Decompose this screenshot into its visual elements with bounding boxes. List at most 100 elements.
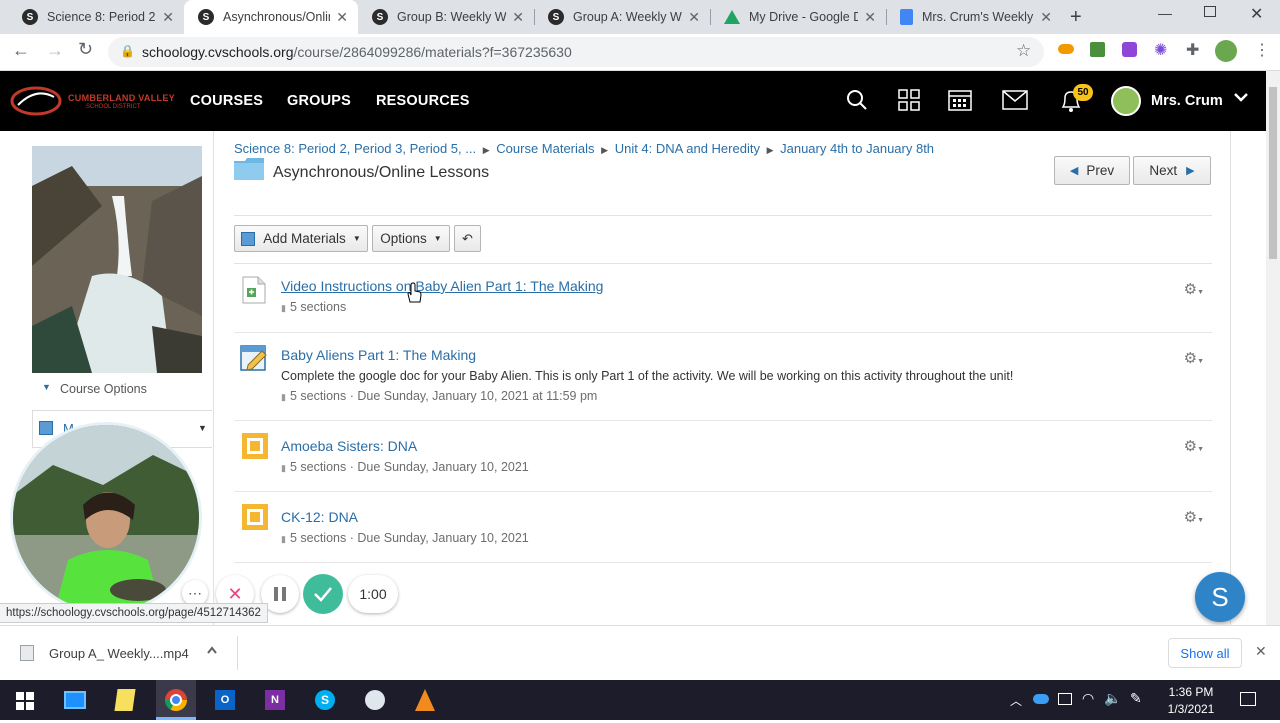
address-bar[interactable]: 🔒 schoology.cvschools.org/course/2864099… bbox=[108, 37, 1044, 67]
paint-icon[interactable] bbox=[365, 690, 385, 710]
close-tab-icon[interactable]: ✕ bbox=[864, 9, 876, 26]
material-item: Video Instructions on Baby Alien Part 1:… bbox=[234, 264, 1212, 333]
tab-my-drive[interactable]: My Drive - Google D ✕ bbox=[710, 0, 886, 34]
schoology-icon: S bbox=[198, 9, 214, 25]
chevron-down-icon[interactable] bbox=[1233, 89, 1249, 110]
gear-menu-icon[interactable]: ⚙▼ bbox=[1184, 280, 1204, 298]
scrollbar-thumb[interactable] bbox=[1269, 87, 1277, 259]
chat-help-button[interactable]: S bbox=[1195, 572, 1245, 622]
close-tab-icon[interactable]: ✕ bbox=[688, 9, 700, 26]
nav-resources[interactable]: RESOURCES bbox=[376, 93, 470, 109]
volume-icon[interactable]: 🔈 bbox=[1104, 690, 1121, 707]
material-title-link[interactable]: Video Instructions on Baby Alien Part 1:… bbox=[281, 278, 603, 294]
sticky-notes-icon[interactable] bbox=[114, 689, 136, 711]
bookmark-star-icon[interactable]: ☆ bbox=[1016, 41, 1031, 61]
restore-button[interactable] bbox=[1204, 6, 1216, 17]
vlc-icon[interactable] bbox=[415, 689, 435, 711]
tab-group-a[interactable]: S Group A: Weekly Wa ✕ bbox=[534, 0, 710, 34]
material-title-link[interactable]: CK-12: DNA bbox=[281, 509, 358, 525]
chevron-up-icon[interactable] bbox=[206, 644, 218, 659]
tab-science-8[interactable]: S Science 8: Period 2, P ✕ bbox=[8, 0, 184, 34]
material-meta: ▮ 5 sections bbox=[281, 300, 347, 314]
close-tab-icon[interactable]: ✕ bbox=[336, 9, 348, 26]
add-materials-button[interactable]: Add Materials ▼ bbox=[234, 225, 368, 252]
new-tab-button[interactable]: + bbox=[1070, 6, 1082, 29]
page-scrollbar[interactable] bbox=[1266, 71, 1280, 625]
next-button[interactable]: Next ▶ bbox=[1133, 156, 1211, 185]
finish-recording-icon[interactable] bbox=[303, 574, 343, 614]
material-item: Amoeba Sisters: DNA ▮ 5 sections · Due Su… bbox=[234, 421, 1212, 492]
breadcrumb-unit[interactable]: Unit 4: DNA and Heredity bbox=[615, 141, 760, 156]
sections-tag-icon: ▮ bbox=[281, 463, 286, 473]
district-logo[interactable] bbox=[10, 85, 62, 117]
tab-group-b[interactable]: S Group B: Weekly Wa ✕ bbox=[358, 0, 534, 34]
sections-tag-icon: ▮ bbox=[281, 303, 286, 313]
reorder-undo-button[interactable]: ↶ bbox=[454, 225, 481, 252]
battery-icon[interactable] bbox=[1058, 693, 1072, 705]
wifi-icon[interactable]: ◠ bbox=[1082, 690, 1094, 707]
course-profile-image bbox=[32, 146, 202, 373]
chrome-menu-icon[interactable]: ⋮ bbox=[1254, 40, 1270, 60]
nav-groups[interactable]: GROUPS bbox=[287, 93, 351, 109]
forward-arrow-icon[interactable]: → bbox=[46, 40, 64, 61]
chevron-up-icon[interactable]: ︿ bbox=[1010, 692, 1022, 709]
close-window-button[interactable]: ✕ bbox=[1250, 4, 1263, 24]
external-tool-icon bbox=[240, 502, 270, 532]
breadcrumb-week[interactable]: January 4th to January 8th bbox=[780, 141, 934, 156]
gear-menu-icon[interactable]: ⚙▼ bbox=[1184, 508, 1204, 526]
close-tab-icon[interactable]: ✕ bbox=[512, 9, 524, 26]
windows-start-icon[interactable] bbox=[16, 692, 34, 713]
options-button[interactable]: Options ▼ bbox=[372, 225, 450, 252]
reload-icon[interactable]: ↻ bbox=[78, 39, 93, 60]
action-center-icon[interactable] bbox=[1240, 692, 1256, 706]
breadcrumb-course-materials[interactable]: Course Materials bbox=[496, 141, 594, 156]
extension-icon[interactable] bbox=[1090, 42, 1105, 57]
pen-icon[interactable]: ✎ bbox=[1130, 690, 1142, 707]
apps-grid-icon[interactable] bbox=[898, 89, 920, 114]
webcam-bubble[interactable] bbox=[10, 422, 202, 614]
user-name[interactable]: Mrs. Crum bbox=[1151, 93, 1223, 109]
minimize-button[interactable]: — bbox=[1158, 5, 1172, 21]
gear-menu-icon[interactable]: ⚙▼ bbox=[1184, 349, 1204, 367]
task-view-icon[interactable] bbox=[64, 691, 86, 709]
close-tab-icon[interactable]: ✕ bbox=[1040, 9, 1052, 26]
material-title-link[interactable]: Baby Aliens Part 1: The Making bbox=[281, 347, 476, 363]
course-materials-panel: Science 8: Period 2, Period 3, Period 5,… bbox=[213, 131, 1231, 625]
chrome-taskbar-item[interactable] bbox=[156, 680, 196, 720]
close-downloads-icon[interactable]: ✕ bbox=[1255, 643, 1267, 660]
close-tab-icon[interactable]: ✕ bbox=[162, 9, 174, 26]
prev-button[interactable]: ◀ Prev bbox=[1054, 156, 1130, 185]
outlook-icon[interactable]: O bbox=[215, 690, 235, 710]
google-drive-icon bbox=[724, 10, 740, 24]
show-all-button[interactable]: Show all bbox=[1168, 638, 1242, 668]
breadcrumb-course[interactable]: Science 8: Period 2, Period 3, Period 5,… bbox=[234, 141, 476, 156]
sections-tag-icon: ▮ bbox=[281, 534, 286, 544]
windows-taskbar: O N S ︿ ◠ 🔈 ✎ 1:36 PM 1/3/2021 bbox=[0, 680, 1280, 720]
schoology-icon: S bbox=[22, 9, 38, 25]
download-file-name[interactable]: Group A_ Weekly....mp4 bbox=[49, 646, 189, 661]
material-description: Complete the google doc for your Baby Al… bbox=[281, 369, 1014, 383]
onedrive-icon[interactable] bbox=[1033, 694, 1049, 704]
extension-icon[interactable] bbox=[1122, 42, 1137, 57]
back-arrow-icon[interactable]: ← bbox=[12, 40, 30, 61]
extension-icon[interactable]: ✺ bbox=[1154, 40, 1167, 60]
material-title-link[interactable]: Amoeba Sisters: DNA bbox=[281, 438, 417, 454]
lock-icon: 🔒 bbox=[120, 44, 135, 58]
messages-envelope-icon[interactable] bbox=[1002, 90, 1028, 113]
course-options-link[interactable]: Course Options bbox=[60, 382, 147, 396]
taskbar-date[interactable]: 1/3/2021 bbox=[1160, 702, 1222, 716]
tab-mrs-crums-weekly[interactable]: Mrs. Crum's Weekly ✕ bbox=[886, 0, 1062, 34]
skype-icon[interactable]: S bbox=[315, 690, 335, 710]
tab-asynchronous[interactable]: S Asynchronous/Online ✕ bbox=[184, 0, 358, 34]
user-avatar[interactable] bbox=[1111, 86, 1141, 116]
onenote-icon[interactable]: N bbox=[265, 690, 285, 710]
search-icon[interactable] bbox=[846, 89, 868, 114]
nav-courses[interactable]: COURSES bbox=[190, 93, 263, 109]
puzzle-extensions-icon[interactable]: ✚ bbox=[1186, 40, 1199, 60]
gear-menu-icon[interactable]: ⚙▼ bbox=[1184, 437, 1204, 455]
taskbar-time[interactable]: 1:36 PM bbox=[1160, 685, 1222, 699]
profile-avatar[interactable] bbox=[1215, 40, 1237, 62]
calendar-icon[interactable] bbox=[948, 88, 972, 115]
extension-icon[interactable] bbox=[1058, 44, 1074, 54]
page-icon bbox=[242, 276, 266, 304]
